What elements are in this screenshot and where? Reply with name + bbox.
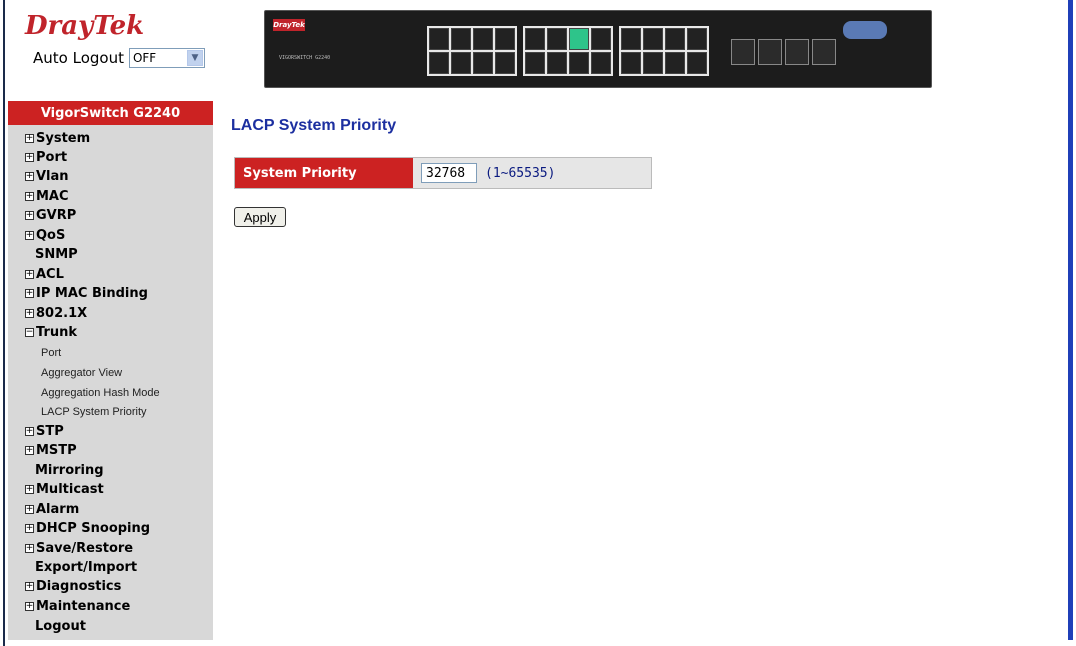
sidebar-item-logout[interactable]: Logout [35,617,86,636]
sidebar-item-port[interactable]: + Port [25,148,67,167]
expand-icon[interactable]: + [25,134,34,143]
port-groups [427,26,709,76]
bottom-frame-border [5,640,1071,646]
sidebar-subitem-aggregation-hash-mode[interactable]: Aggregation Hash Mode [41,384,160,402]
priority-label: System Priority [235,158,413,188]
sidebar-title: VigorSwitch G2240 [8,101,213,125]
priority-cell: (1~65535) [413,158,651,188]
expand-icon[interactable]: + [25,153,34,162]
left-frame-border [0,0,5,646]
device-brand: DrayTek [273,19,305,31]
expand-icon[interactable]: + [25,446,34,455]
sidebar-item-gvrp[interactable]: + GVRP [25,206,76,225]
sfp-ports [731,39,836,65]
console-port-icon [843,21,887,39]
page-title: LACP System Priority [231,117,397,134]
sidebar-item-system[interactable]: + System [25,129,90,148]
sidebar-item-save-restore[interactable]: + Save/Restore [25,539,133,558]
draytek-logo: DrayTek [25,12,144,40]
logo-tek: Tek [93,11,145,41]
expand-icon[interactable]: + [25,309,34,318]
expand-icon[interactable]: + [25,505,34,514]
auto-logout-select[interactable]: OFF ▼ [128,48,205,68]
sidebar-item-alarm[interactable]: + Alarm [25,500,79,519]
sidebar-item-vlan[interactable]: + Vlan [25,167,69,186]
sidebar-item-maintenance[interactable]: + Maintenance [25,597,130,616]
sidebar-item-ip-mac-binding[interactable]: + IP MAC Binding [25,284,148,303]
device-model: VIGORSWITCH G2240 [279,55,331,61]
sidebar-subitem-lacp-system-priority[interactable]: LACP System Priority [41,403,147,421]
expand-icon[interactable]: + [25,602,34,611]
sidebar-subitem-port[interactable]: Port [41,344,61,362]
collapse-icon[interactable]: − [25,328,34,337]
sidebar-item-export-import[interactable]: Export/Import [35,558,137,577]
auto-logout-label: Auto Logout [33,49,124,67]
right-frame-border [1066,0,1076,646]
sidebar-subitem-aggregator-view[interactable]: Aggregator View [41,364,122,382]
expand-icon[interactable]: + [25,582,34,591]
sidebar-item-snmp[interactable]: SNMP [35,245,78,264]
sidebar-item-qos[interactable]: + QoS [25,226,65,245]
sidebar-item-acl[interactable]: + ACL [25,265,64,284]
sidebar-item-multicast[interactable]: + Multicast [25,480,104,499]
expand-icon[interactable]: + [25,270,34,279]
port-group [427,26,517,76]
expand-icon[interactable]: + [25,524,34,533]
logo-brand: Dray [25,11,94,41]
expand-icon[interactable]: + [25,544,34,553]
auto-logout: Auto Logout OFF ▼ [33,48,205,68]
chevron-down-icon[interactable]: ▼ [186,50,203,66]
sidebar-item-mstp[interactable]: + MSTP [25,441,77,460]
expand-icon[interactable]: + [25,172,34,181]
sidebar-item-dhcp-snooping[interactable]: + DHCP Snooping [25,519,150,538]
system-priority-input[interactable] [421,163,477,183]
port-group [523,26,613,76]
expand-icon[interactable]: + [25,427,34,436]
expand-icon[interactable]: + [25,231,34,240]
expand-icon[interactable]: + [25,192,34,201]
expand-icon[interactable]: + [25,485,34,494]
expand-icon[interactable]: + [25,211,34,220]
port-group [619,26,709,76]
sidebar-item-trunk[interactable]: − Trunk [25,323,77,342]
apply-button[interactable]: Apply [234,207,286,227]
sidebar-item-stp[interactable]: + STP [25,422,64,441]
sidebar-item-8021x[interactable]: +802.1X [25,304,87,323]
sidebar-item-mirroring[interactable]: Mirroring [35,461,104,480]
expand-icon[interactable]: + [25,289,34,298]
priority-table: System Priority (1~65535) [234,157,652,189]
sidebar-item-mac[interactable]: + MAC [25,187,69,206]
sidebar-item-diagnostics[interactable]: + Diagnostics [25,577,121,596]
auto-logout-value: OFF [132,51,157,65]
switch-panel-image: DrayTek VIGORSWITCH G2240 [264,10,932,88]
priority-range: (1~65535) [485,165,556,181]
